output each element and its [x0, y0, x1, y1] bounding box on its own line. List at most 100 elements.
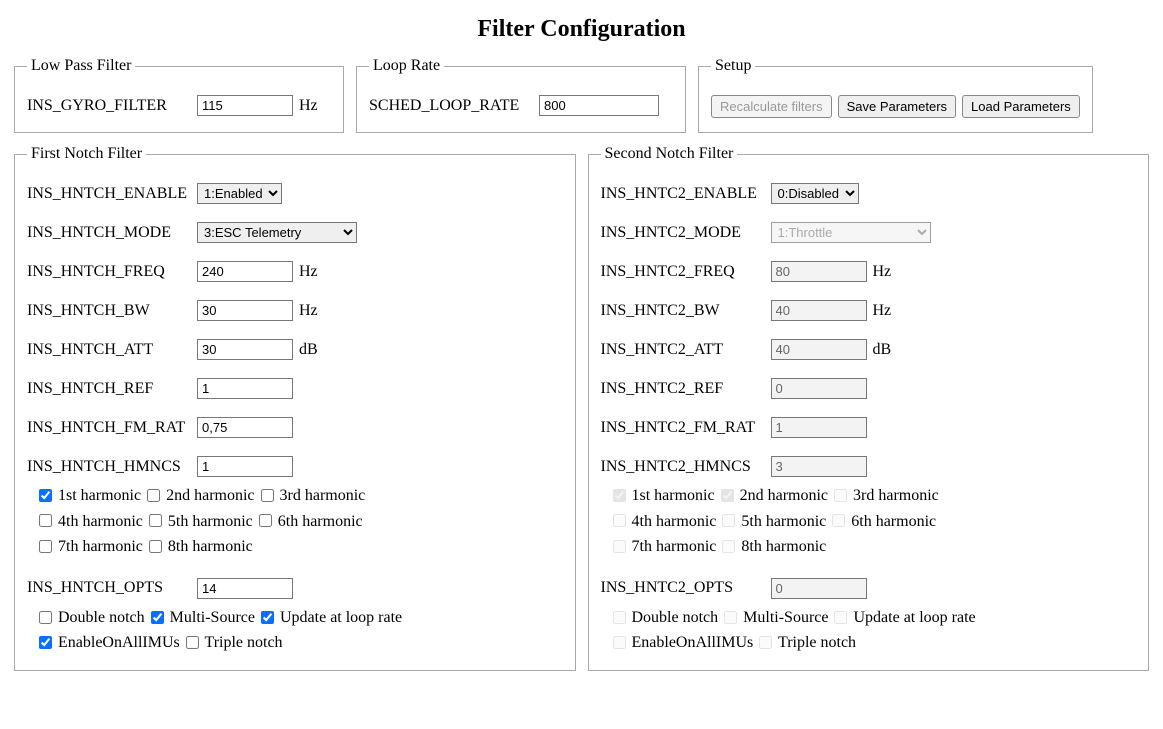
notch2-ins_hntc2_att-label: INS_HNTC2_ATT — [601, 341, 771, 359]
first-notch-fieldset: First Notch FilterINS_HNTCH_ENABLE1:Enab… — [14, 145, 576, 671]
notch1-opt-0-checkbox[interactable] — [39, 611, 52, 624]
notch2-opts-label: INS_HNTC2_OPTS — [601, 579, 771, 597]
notch1-mode-select[interactable]: 3:ESC Telemetry — [197, 222, 357, 243]
notch2-harmonic-1-checkbox — [613, 489, 626, 502]
notch1-harmonic-5-label: 5th harmonic — [149, 513, 253, 530]
notch1-hmncs-input[interactable] — [197, 456, 293, 477]
notch2-harmonic-4-label: 4th harmonic — [613, 513, 717, 530]
notch2-harmonic-3-checkbox — [834, 489, 847, 502]
notch2-opt-0-label: Double notch — [613, 609, 719, 626]
notch2-harmonic-1-label: 1st harmonic — [613, 487, 715, 504]
notch1-harmonic-4-checkbox[interactable] — [39, 514, 52, 527]
notch1-harmonic-1-label: 1st harmonic — [39, 487, 141, 504]
notch1-freq-input[interactable] — [197, 261, 293, 282]
notch1-harmonic-7-checkbox[interactable] — [39, 540, 52, 553]
notch1-ins_hntch_fm_rat-label: INS_HNTCH_FM_RAT — [27, 419, 197, 437]
notch1-harmonic-7-label: 7th harmonic — [39, 538, 143, 555]
notch2-harmonic-4-checkbox — [613, 514, 626, 527]
notch1-harmonic-2-label: 2nd harmonic — [147, 487, 254, 504]
notch1-harmonic-8-label: 8th harmonic — [149, 538, 253, 555]
notch2-freq-unit: Hz — [873, 263, 892, 280]
notch1-harmonic-5-checkbox[interactable] — [149, 514, 162, 527]
notch2-att-unit: dB — [873, 341, 892, 358]
notch2-opt-2-label: Update at loop rate — [834, 609, 975, 626]
gyro-filter-unit: Hz — [299, 97, 318, 115]
notch2-harmonic-8-checkbox — [722, 540, 735, 553]
notch2-enable-select[interactable]: 0:Disabled — [771, 183, 859, 204]
notch2-opt-4-label: Triple notch — [759, 634, 856, 651]
notch1-enable-select[interactable]: 1:Enabled — [197, 183, 282, 204]
save-parameters-button[interactable]: Save Parameters — [838, 95, 956, 118]
notch2-att-input — [771, 339, 867, 360]
notch2-harmonic-5-label: 5th harmonic — [722, 513, 826, 530]
notch2-ins_hntc2_mode-label: INS_HNTC2_MODE — [601, 224, 771, 242]
notch2-ins_hntc2_freq-label: INS_HNTC2_FREQ — [601, 263, 771, 281]
sched-loop-rate-input[interactable] — [539, 95, 659, 116]
notch1-ins_hntch_freq-label: INS_HNTCH_FREQ — [27, 263, 197, 281]
notch2-fmrat-input — [771, 417, 867, 438]
notch1-opt-3-checkbox[interactable] — [39, 636, 52, 649]
load-parameters-button[interactable]: Load Parameters — [962, 95, 1080, 118]
notch1-hmncs-label: INS_HNTCH_HMNCS — [27, 458, 197, 476]
notch1-fmrat-input[interactable] — [197, 417, 293, 438]
notch2-harmonic-7-checkbox — [613, 540, 626, 553]
notch1-opts-label: INS_HNTCH_OPTS — [27, 579, 197, 597]
notch1-harmonic-6-checkbox[interactable] — [259, 514, 272, 527]
notch1-harmonic-2-checkbox[interactable] — [147, 489, 160, 502]
notch1-att-input[interactable] — [197, 339, 293, 360]
looprate-fieldset: Loop Rate SCHED_LOOP_RATE — [356, 57, 686, 133]
notch2-harmonic-8-label: 8th harmonic — [722, 538, 826, 555]
setup-fieldset: Setup Recalculate filters Save Parameter… — [698, 57, 1093, 133]
page-title: Filter Configuration — [14, 16, 1149, 43]
notch2-opt-3-checkbox — [613, 636, 626, 649]
notch1-harmonic-3-label: 3rd harmonic — [261, 487, 366, 504]
notch1-harmonic-8-checkbox[interactable] — [149, 540, 162, 553]
notch1-opt-1-label: Multi-Source — [151, 609, 255, 626]
notch1-harmonic-4-label: 4th harmonic — [39, 513, 143, 530]
notch1-harmonic-3-checkbox[interactable] — [261, 489, 274, 502]
notch2-hmncs-input — [771, 456, 867, 477]
lowpass-legend: Low Pass Filter — [27, 57, 135, 75]
notch2-harmonic-5-checkbox — [722, 514, 735, 527]
gyro-filter-input[interactable] — [197, 95, 293, 116]
notch2-hmncs-label: INS_HNTC2_HMNCS — [601, 458, 771, 476]
notch1-bw-input[interactable] — [197, 300, 293, 321]
notch2-mode-select: 1:Throttle — [771, 222, 931, 243]
notch1-opts-input[interactable] — [197, 578, 293, 599]
notch2-ins_hntc2_ref-label: INS_HNTC2_REF — [601, 380, 771, 398]
notch1-ins_hntch_ref-label: INS_HNTCH_REF — [27, 380, 197, 398]
notch1-opt-3-label: EnableOnAllIMUs — [39, 634, 180, 651]
sched-loop-rate-label: SCHED_LOOP_RATE — [369, 97, 539, 115]
notch1-harmonic-1-checkbox[interactable] — [39, 489, 52, 502]
notch1-harmonic-6-label: 6th harmonic — [259, 513, 363, 530]
notch2-legend: Second Notch Filter — [601, 145, 738, 163]
notch1-att-unit: dB — [299, 341, 318, 358]
notch1-bw-unit: Hz — [299, 302, 318, 319]
notch1-opt-2-label: Update at loop rate — [261, 609, 402, 626]
notch2-ins_hntc2_fm_rat-label: INS_HNTC2_FM_RAT — [601, 419, 771, 437]
notch2-harmonic-6-checkbox — [832, 514, 845, 527]
notch2-bw-unit: Hz — [873, 302, 892, 319]
notch1-opt-4-label: Triple notch — [186, 634, 283, 651]
notch2-harmonic-2-label: 2nd harmonic — [721, 487, 828, 504]
notch1-ins_hntch_mode-label: INS_HNTCH_MODE — [27, 224, 197, 242]
notch2-opts-input — [771, 578, 867, 599]
notch2-ref-input — [771, 378, 867, 399]
gyro-filter-label: INS_GYRO_FILTER — [27, 97, 197, 115]
notch1-ins_hntch_bw-label: INS_HNTCH_BW — [27, 302, 197, 320]
notch2-opt-1-checkbox — [724, 611, 737, 624]
notch1-ref-input[interactable] — [197, 378, 293, 399]
looprate-legend: Loop Rate — [369, 57, 444, 75]
notch2-harmonic-6-label: 6th harmonic — [832, 513, 936, 530]
notch2-opt-1-label: Multi-Source — [724, 609, 828, 626]
notch1-opt-1-checkbox[interactable] — [151, 611, 164, 624]
notch1-opt-4-checkbox[interactable] — [186, 636, 199, 649]
notch2-bw-input — [771, 300, 867, 321]
notch1-legend: First Notch Filter — [27, 145, 146, 163]
notch2-opt-2-checkbox — [834, 611, 847, 624]
setup-legend: Setup — [711, 57, 755, 75]
second-notch-fieldset: Second Notch FilterINS_HNTC2_ENABLE0:Dis… — [588, 145, 1150, 671]
notch1-opt-2-checkbox[interactable] — [261, 611, 274, 624]
notch2-opt-4-checkbox — [759, 636, 772, 649]
notch1-ins_hntch_att-label: INS_HNTCH_ATT — [27, 341, 197, 359]
